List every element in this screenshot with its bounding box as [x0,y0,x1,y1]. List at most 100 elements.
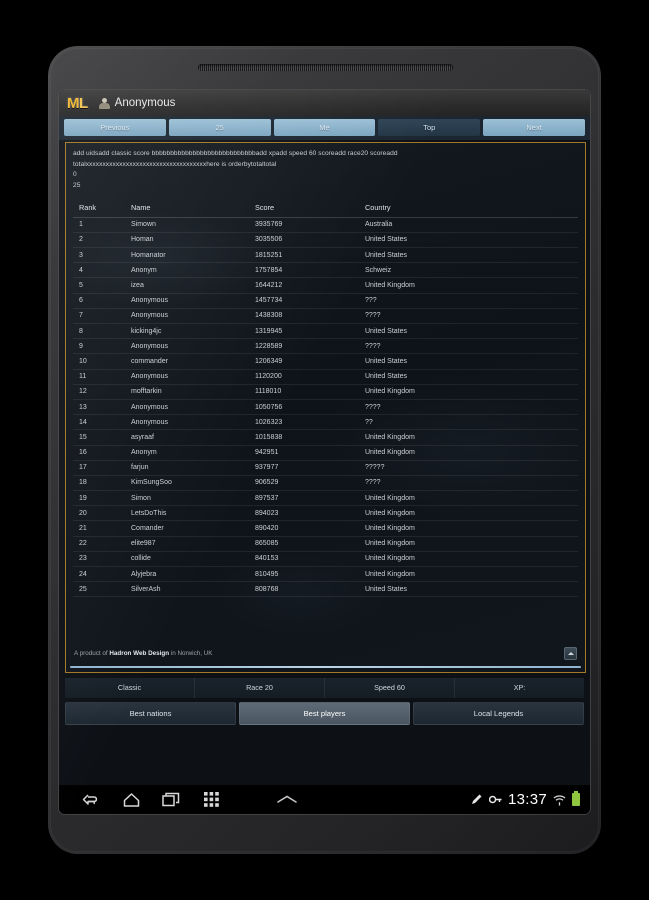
cell-score: 1457734 [255,293,365,309]
pager-tab-25[interactable]: 25 [168,119,271,136]
pager-tab-next[interactable]: Next [483,119,585,136]
cell-score: 1815251 [255,247,365,264]
table-row[interactable]: 6 Anonymous 1457734??? [73,293,578,309]
pen-icon[interactable] [470,793,483,806]
cell-score: 942951 [255,445,365,461]
table-row[interactable]: 3 Homanator 1815251 United States [73,247,578,264]
mode-tab-classic[interactable]: Classic [65,678,195,698]
cell-country: United Kingdom [365,551,578,568]
cell-name: KimSungSoo [131,475,255,492]
cell-name: farjun [131,460,255,476]
table-row[interactable]: 7 Anonymous 1438308???? [73,308,578,325]
android-navigation-bar: 13:37 [59,785,590,814]
table-row[interactable]: 21 Comander 890420 United Kingdom [73,520,578,537]
leaderboard-table: Rank Name Score Country 1 Simown 3935769 Au… [73,198,578,598]
recents-icon[interactable] [151,792,191,807]
cell-name: Simown [131,217,255,233]
table-row[interactable]: 2 Homan 3035506 United States [73,232,578,249]
cell-score: 1206349 [255,353,365,370]
back-icon[interactable] [71,792,111,807]
key-icon[interactable] [488,795,502,805]
chevron-up-icon [567,652,574,655]
cell-country: United Kingdom [365,520,578,537]
table-header-row: Rank Name Score Country [73,198,578,218]
pager-tab-top[interactable]: Top [378,119,481,136]
column-header-name[interactable]: Name [131,198,255,218]
table-row[interactable]: 9 Anonymous 1228589???? [73,338,578,355]
mode-tab-race-20[interactable]: Race 20 [195,678,325,698]
section-tab-best-players[interactable]: Best players [239,702,410,725]
cell-rank: 7 [73,308,131,325]
cell-name: elite987 [131,536,255,552]
cell-rank: 14 [73,414,131,431]
table-row[interactable]: 1 Simown 3935769 Australia [73,217,578,233]
cell-rank: 6 [73,293,131,309]
table-row[interactable]: 12 mofftarkin 1118010 United Kingdom [73,384,578,400]
screen-content: ML Anonymous Previous 25 Me Top Next add uid… [59,90,590,814]
cell-rank: 10 [73,353,131,370]
logo-m: M [67,94,80,112]
table-row[interactable]: 23 collide 840153 United Kingdom [73,551,578,568]
panel-bottom-rule [70,666,581,668]
cell-rank: 2 [73,232,131,249]
cell-name: LetsDoThis [131,505,255,522]
pager-tab-previous[interactable]: Previous [64,119,166,136]
mode-tab-speed-60[interactable]: Speed 60 [325,678,455,698]
credit-company[interactable]: Hadron Web Design [109,650,169,657]
table-row[interactable]: 14 Anonymous 1026323?? [73,414,578,431]
cell-rank: 24 [73,566,131,583]
mode-tab-xp[interactable]: XP: [455,678,584,698]
cell-rank: 13 [73,399,131,416]
section-tab-best-nations[interactable]: Best nations [65,702,236,725]
expand-up-icon[interactable] [257,794,317,805]
cell-name: Alyjebra [131,566,255,583]
debug-line-2: totalxxxxxxxxxxxxxxxxxxxxxxxxxxxxxxxxxxx… [73,160,277,168]
cell-name: Homanator [131,247,255,264]
pager-tab-me[interactable]: Me [273,119,376,136]
table-body: 1 Simown 3935769 Australia 2 Homan 3035506 Unit… [73,217,578,598]
app-logo[interactable]: ML [67,95,88,112]
cell-name: SilverAsh [131,581,255,598]
cell-rank: 25 [73,581,131,598]
column-header-rank[interactable]: Rank [73,198,131,218]
cell-country: Schweiz [365,262,578,279]
column-header-country[interactable]: Country [365,198,578,218]
apps-grid-icon[interactable] [191,792,231,807]
table-row[interactable]: 15 asyraaf 1015838 United Kingdom [73,429,578,446]
cell-country: United Kingdom [365,505,578,522]
table-row[interactable]: 4 Anonym 1757854 Schweiz [73,262,578,279]
cell-name: Comander [131,520,255,537]
table-row[interactable]: 10 commander 1206349 United States [73,353,578,370]
cell-country: United States [365,353,578,370]
cell-country: United Kingdom [365,490,578,507]
table-row[interactable]: 8 kicking4jc 1319945 United States [73,323,578,340]
table-row[interactable]: 16 Anonym 942951 United Kingdom [73,445,578,461]
table-row[interactable]: 18 KimSungSoo 906529???? [73,475,578,492]
table-row[interactable]: 20 LetsDoThis 894023 United Kingdom [73,505,578,522]
table-row[interactable]: 11 Anonymous 1120200 United States [73,369,578,385]
wifi-icon[interactable] [553,794,566,806]
table-row[interactable]: 24 Alyjebra 810495 United Kingdom [73,566,578,583]
cell-score: 1050756 [255,399,365,416]
cell-score: 894023 [255,505,365,522]
avatar-body [98,102,110,109]
table-row[interactable]: 19 Simon 897537 United Kingdom [73,490,578,507]
table-row[interactable]: 25 SilverAsh 808768 United States [73,581,578,598]
column-header-score[interactable]: Score [255,198,365,218]
cell-rank: 23 [73,551,131,568]
scroll-to-top-button[interactable] [564,647,577,660]
cell-score: 1228589 [255,338,365,355]
table-row[interactable]: 13 Anonymous 1050756???? [73,399,578,416]
home-icon[interactable] [111,792,151,808]
cell-country: United States [365,581,578,598]
table-row[interactable]: 17 farjun 937977????? [73,460,578,476]
cell-rank: 5 [73,277,131,294]
table-row[interactable]: 5 izea 1644212 United Kingdom [73,277,578,294]
cell-name: asyraaf [131,429,255,446]
table-row[interactable]: 22 elite987 865085 United Kingdom [73,536,578,552]
section-tab-local-legends[interactable]: Local Legends [413,702,584,725]
cell-name: mofftarkin [131,384,255,400]
credit-text: A product of Hadron Web Design in Norwic… [74,650,212,657]
cell-rank: 4 [73,262,131,279]
battery-icon [572,791,580,806]
